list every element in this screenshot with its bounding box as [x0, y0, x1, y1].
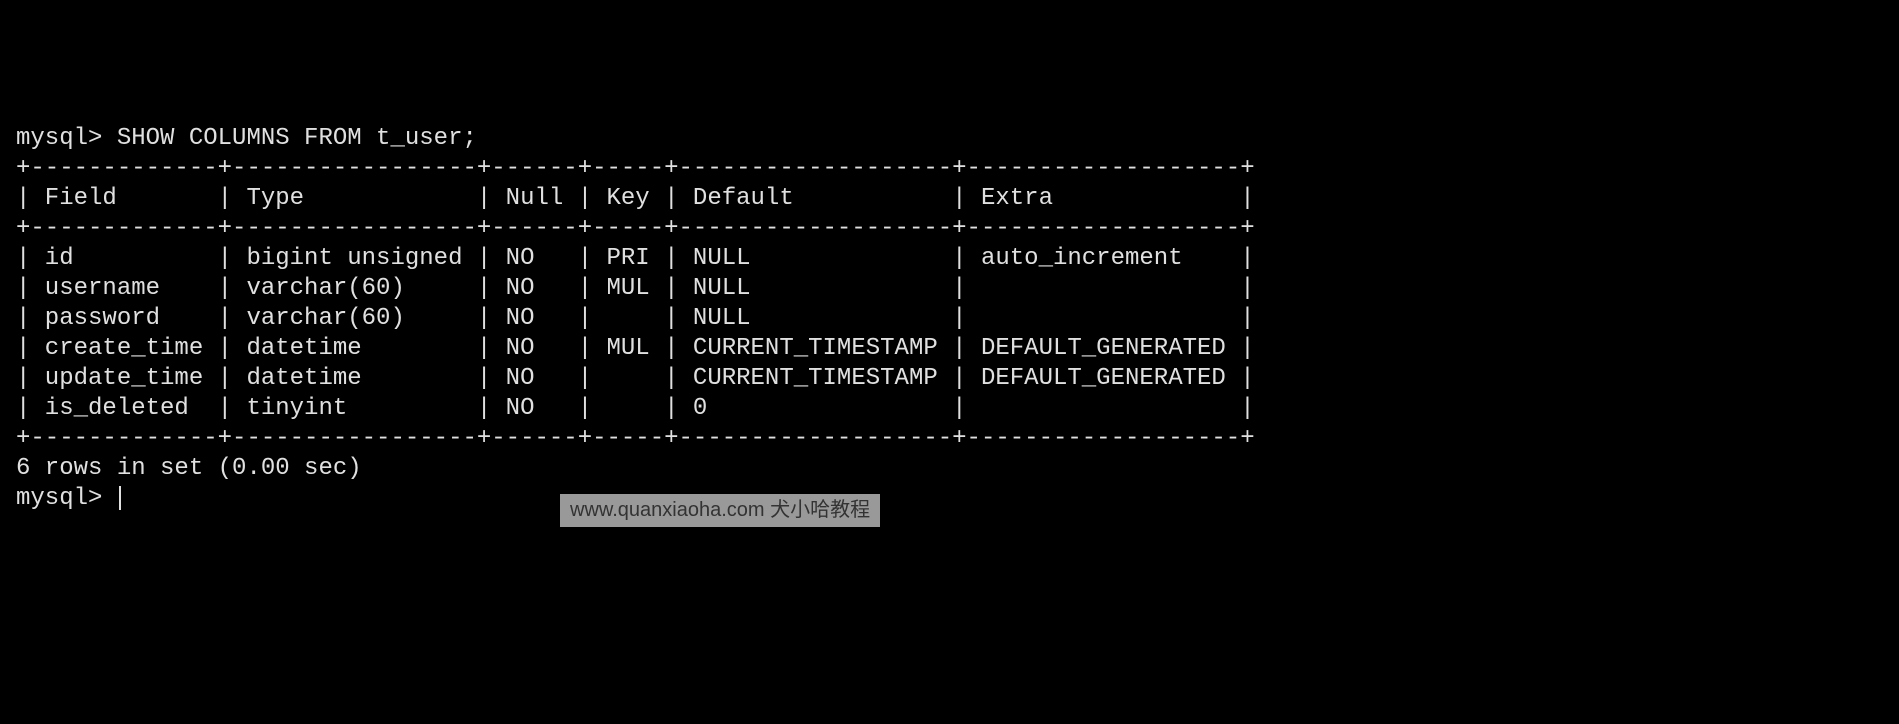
table-border: +-------------+-----------------+------+… [16, 154, 1883, 184]
table-row: | username | varchar(60) | NO | MUL | NU… [16, 274, 1883, 304]
table-row: | is_deleted | tinyint | NO | | 0 | | [16, 394, 1883, 424]
terminal-output: mysql> SHOW COLUMNS FROM t_user;+-------… [16, 124, 1883, 514]
table-row: | create_time | datetime | NO | MUL | CU… [16, 334, 1883, 364]
table-row: | password | varchar(60) | NO | | NULL |… [16, 304, 1883, 334]
cursor-icon [119, 486, 121, 510]
table-header: | Field | Type | Null | Key | Default | … [16, 184, 1883, 214]
table-row: | update_time | datetime | NO | | CURREN… [16, 364, 1883, 394]
table-row: | id | bigint unsigned | NO | PRI | NULL… [16, 244, 1883, 274]
watermark-label: www.quanxiaoha.com 犬小哈教程 [560, 494, 880, 527]
prompt-line[interactable]: mysql> [16, 484, 1883, 514]
table-border: +-------------+-----------------+------+… [16, 214, 1883, 244]
command-line: mysql> SHOW COLUMNS FROM t_user; [16, 124, 1883, 154]
table-border: +-------------+-----------------+------+… [16, 424, 1883, 454]
summary-line: 6 rows in set (0.00 sec) [16, 454, 1883, 484]
